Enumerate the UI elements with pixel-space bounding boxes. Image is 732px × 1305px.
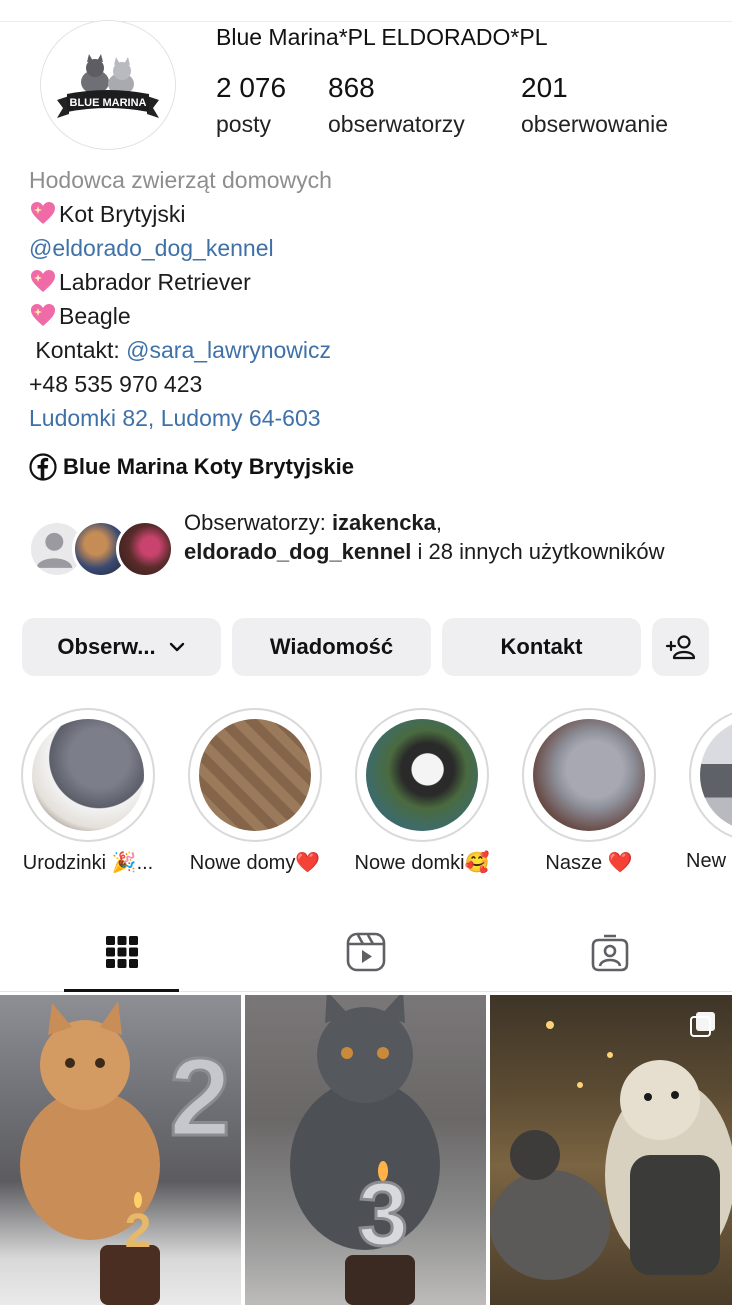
- followed-user-2: eldorado_dog_kennel: [184, 539, 412, 564]
- profile-tabs: [0, 912, 732, 992]
- bio-line-breed-beagle: Beagle: [29, 299, 709, 333]
- contact-button[interactable]: Kontakt: [442, 618, 641, 676]
- bio-line4-text: Beagle: [59, 303, 131, 329]
- highlight-overflow-clip: [689, 708, 732, 842]
- bio-line3-text: Labrador Retriever: [59, 269, 251, 295]
- active-tab-indicator: [64, 989, 179, 992]
- highlight-item[interactable]: Nasze ❤️: [522, 708, 656, 874]
- posts-grid: 2 2 3: [0, 995, 732, 1305]
- sparkling-heart-icon: [31, 202, 55, 224]
- highlight-ring: [522, 708, 656, 842]
- highlight-cover: [533, 719, 645, 831]
- bio-line-breed-labrador: Labrador Retriever: [29, 265, 709, 299]
- bio-address[interactable]: Ludomki 82, Ludomy 64-603: [29, 401, 709, 435]
- highlight-item[interactable]: [689, 708, 732, 842]
- bio-phone: +48 535 970 423: [29, 371, 203, 397]
- sparkling-heart-icon: [31, 270, 55, 292]
- svg-text:2: 2: [125, 1205, 152, 1258]
- highlight-label-partial: New: [686, 850, 727, 872]
- highlight-item[interactable]: Urodzinki 🎉...: [21, 708, 155, 874]
- tagged-person-icon: [591, 934, 629, 972]
- post-thumbnail[interactable]: [490, 995, 732, 1305]
- bio-contact-prefix: Kontakt:: [29, 337, 127, 363]
- stat-following[interactable]: 201 obserwowanie: [521, 70, 668, 142]
- avatar: [116, 520, 174, 578]
- highlight-label: Nowe domy❤️: [189, 852, 321, 874]
- highlight-label: Nasze ❤️: [545, 852, 633, 874]
- svg-text:2: 2: [169, 1036, 230, 1159]
- sparkling-heart-icon: [31, 304, 55, 326]
- contact-button-label: Kontakt: [500, 634, 583, 659]
- bio-contact-handle[interactable]: @sara_lawrynowicz: [126, 337, 331, 363]
- stat-followers-value: 868: [328, 72, 375, 103]
- stat-following-value: 201: [521, 72, 568, 103]
- multiple-photos-icon: [690, 1012, 715, 1037]
- highlight-item[interactable]: Nowe domy❤️: [188, 708, 322, 874]
- bio-line1-text: Kot Brytyjski: [59, 201, 186, 227]
- status-bar-divider: [0, 0, 732, 22]
- facebook-icon: [29, 453, 57, 481]
- highlight-cover: [32, 719, 144, 831]
- stat-following-label: obserwowanie: [521, 111, 669, 137]
- followed-suffix: i 28 innych użytkowników: [411, 539, 665, 564]
- highlight-label: Nowe domki🥰: [354, 852, 490, 874]
- highlight-cover: [199, 719, 311, 831]
- highlight-ring: [355, 708, 489, 842]
- stat-posts-label: posty: [216, 111, 271, 137]
- bio-contact: Kontakt: @sara_lawrynowicz: [29, 333, 709, 367]
- message-button-label: Wiadomość: [269, 634, 394, 659]
- facebook-link[interactable]: Blue Marina Koty Brytyjskie: [29, 453, 354, 481]
- chevron-down-icon: [169, 642, 184, 652]
- post-thumbnail[interactable]: 3: [245, 995, 486, 1305]
- follow-dropdown-button[interactable]: Obserw...: [22, 618, 221, 676]
- post-image-cat-birthday-2: 2 2: [20, 1001, 232, 1305]
- stat-followers[interactable]: 868 obserwatorzy: [328, 70, 465, 142]
- post-image-cat-birthday-3: 3: [290, 995, 440, 1305]
- highlight-cover: [700, 719, 732, 831]
- stat-posts-value: 2 076: [216, 72, 287, 103]
- bio-line-breed-cat: Kot Brytyjski: [29, 197, 709, 231]
- grid-icon: [106, 936, 138, 968]
- message-button[interactable]: Wiadomość: [232, 618, 431, 676]
- highlight-cover: [366, 719, 478, 831]
- bio-mention-kennel[interactable]: @eldorado_dog_kennel: [29, 231, 709, 265]
- logo-text: BLUE MARINA: [70, 97, 147, 109]
- tab-tagged[interactable]: [520, 912, 700, 992]
- facebook-link-label: Blue Marina Koty Brytyjskie: [63, 454, 354, 479]
- followed-sep: ,: [435, 510, 443, 535]
- highlight-ring: [188, 708, 322, 842]
- post-image-cat-and-dog: [490, 1021, 732, 1280]
- followed-prefix: Obserwatorzy:: [184, 510, 332, 535]
- tab-reels[interactable]: [276, 912, 456, 992]
- followed-user-1: izakencka: [331, 510, 436, 535]
- add-person-icon: [665, 635, 695, 660]
- stat-followers-label: obserwatorzy: [328, 111, 465, 137]
- highlight-ring: [21, 708, 155, 842]
- follow-button-label: Obserw...: [57, 634, 156, 659]
- mutual-followers-text[interactable]: Obserwatorzy: izakencka, eldorado_dog_ken…: [184, 508, 704, 566]
- suggested-users-button[interactable]: [652, 618, 709, 676]
- highlight-item[interactable]: Nowe domki🥰: [355, 708, 489, 874]
- highlight-ring: [689, 708, 732, 842]
- stat-posts[interactable]: 2 076 posty: [216, 70, 286, 142]
- profile-avatar[interactable]: BLUE MARINA: [40, 20, 176, 150]
- profile-username: Blue Marina*PL ELDORADO*PL: [216, 24, 548, 50]
- mutual-followers-avatars[interactable]: [28, 520, 178, 580]
- tab-grid[interactable]: [32, 912, 212, 992]
- profile-bio: Hodowca zwierząt domowych Kot Brytyjski …: [29, 163, 709, 435]
- reels-icon: [346, 932, 386, 972]
- bio-category: Hodowca zwierząt domowych: [29, 167, 332, 193]
- post-thumbnail[interactable]: 2 2: [0, 995, 241, 1305]
- blue-marina-logo: BLUE MARINA: [57, 54, 159, 118]
